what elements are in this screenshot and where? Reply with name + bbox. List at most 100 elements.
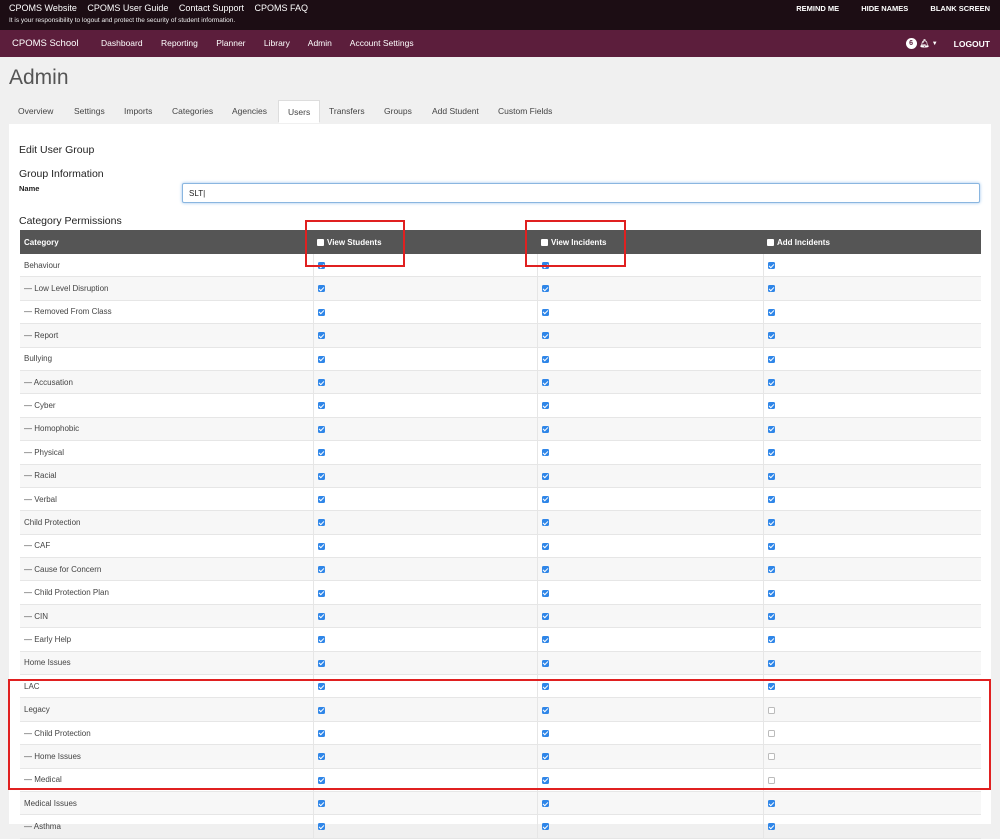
view-incidents-checkbox[interactable] (541, 823, 549, 831)
nav-planner[interactable]: Planner (216, 38, 245, 48)
brand-name[interactable]: CPOMS School (12, 38, 79, 49)
add-incidents-checkbox[interactable] (767, 823, 775, 831)
view-incidents-checkbox[interactable] (541, 355, 549, 363)
view-students-checkbox[interactable] (317, 379, 325, 387)
view-students-checkbox[interactable] (317, 776, 325, 784)
add-incidents-checkbox[interactable] (767, 449, 775, 457)
add-incidents-checkbox[interactable] (767, 308, 775, 316)
nav-account-settings[interactable]: Account Settings (350, 38, 414, 48)
select-all-add-incidents-checkbox[interactable] (767, 238, 774, 246)
view-students-checkbox[interactable] (317, 823, 325, 831)
nav-admin[interactable]: Admin (308, 38, 332, 48)
view-students-checkbox[interactable] (317, 706, 325, 714)
view-incidents-checkbox[interactable] (541, 495, 549, 503)
view-incidents-checkbox[interactable] (541, 262, 549, 270)
blank-screen-button[interactable]: BLANK SCREEN (930, 4, 990, 13)
bell-icon[interactable]: 🔔︎ (920, 39, 930, 48)
view-incidents-checkbox[interactable] (541, 776, 549, 784)
tab-settings[interactable]: Settings (65, 100, 114, 123)
view-students-checkbox[interactable] (317, 262, 325, 270)
view-incidents-checkbox[interactable] (541, 566, 549, 574)
add-incidents-checkbox[interactable] (767, 659, 775, 667)
add-incidents-checkbox[interactable] (767, 753, 775, 761)
view-students-checkbox[interactable] (317, 566, 325, 574)
view-students-checkbox[interactable] (317, 636, 325, 644)
faq-link[interactable]: CPOMS FAQ (254, 3, 308, 13)
tab-groups[interactable]: Groups (375, 100, 421, 123)
view-incidents-checkbox[interactable] (541, 706, 549, 714)
view-students-checkbox[interactable] (317, 308, 325, 316)
add-incidents-checkbox[interactable] (767, 729, 775, 737)
view-students-checkbox[interactable] (317, 519, 325, 527)
tab-agencies[interactable]: Agencies (223, 100, 276, 123)
add-incidents-checkbox[interactable] (767, 636, 775, 644)
user-guide-link[interactable]: CPOMS User Guide (87, 3, 168, 13)
view-incidents-checkbox[interactable] (541, 308, 549, 316)
view-incidents-checkbox[interactable] (541, 472, 549, 480)
view-students-checkbox[interactable] (317, 355, 325, 363)
view-incidents-checkbox[interactable] (541, 519, 549, 527)
add-incidents-checkbox[interactable] (767, 800, 775, 808)
add-incidents-checkbox[interactable] (767, 589, 775, 597)
add-incidents-checkbox[interactable] (767, 379, 775, 387)
view-students-checkbox[interactable] (317, 800, 325, 808)
view-incidents-checkbox[interactable] (541, 589, 549, 597)
view-students-checkbox[interactable] (317, 449, 325, 457)
view-students-checkbox[interactable] (317, 683, 325, 691)
logout-button[interactable]: LOGOUT (954, 39, 990, 49)
view-students-checkbox[interactable] (317, 425, 325, 433)
view-students-checkbox[interactable] (317, 659, 325, 667)
view-incidents-checkbox[interactable] (541, 612, 549, 620)
nav-reporting[interactable]: Reporting (161, 38, 198, 48)
group-name-input[interactable] (182, 183, 980, 203)
notification-badge[interactable]: 6 (905, 38, 917, 49)
chevron-down-icon[interactable]: ▼ (932, 41, 938, 47)
remind-me-button[interactable]: REMIND ME (796, 4, 839, 13)
add-incidents-checkbox[interactable] (767, 519, 775, 527)
tab-categories[interactable]: Categories (163, 100, 222, 123)
tab-transfers[interactable]: Transfers (320, 100, 374, 123)
view-incidents-checkbox[interactable] (541, 285, 549, 293)
add-incidents-checkbox[interactable] (767, 332, 775, 340)
add-incidents-checkbox[interactable] (767, 472, 775, 480)
view-students-checkbox[interactable] (317, 542, 325, 550)
view-students-checkbox[interactable] (317, 612, 325, 620)
view-incidents-checkbox[interactable] (541, 402, 549, 410)
add-incidents-checkbox[interactable] (767, 495, 775, 503)
view-students-checkbox[interactable] (317, 472, 325, 480)
view-students-checkbox[interactable] (317, 729, 325, 737)
view-students-checkbox[interactable] (317, 589, 325, 597)
view-students-checkbox[interactable] (317, 753, 325, 761)
view-incidents-checkbox[interactable] (541, 332, 549, 340)
view-incidents-checkbox[interactable] (541, 659, 549, 667)
view-incidents-checkbox[interactable] (541, 800, 549, 808)
view-students-checkbox[interactable] (317, 332, 325, 340)
add-incidents-checkbox[interactable] (767, 402, 775, 410)
view-students-checkbox[interactable] (317, 402, 325, 410)
add-incidents-checkbox[interactable] (767, 262, 775, 270)
view-incidents-checkbox[interactable] (541, 425, 549, 433)
add-incidents-checkbox[interactable] (767, 776, 775, 784)
hide-names-button[interactable]: HIDE NAMES (861, 4, 908, 13)
add-incidents-checkbox[interactable] (767, 612, 775, 620)
view-students-checkbox[interactable] (317, 495, 325, 503)
tab-users[interactable]: Users (278, 100, 321, 123)
tab-imports[interactable]: Imports (115, 100, 161, 123)
tab-add-student[interactable]: Add Student (423, 100, 488, 123)
add-incidents-checkbox[interactable] (767, 542, 775, 550)
nav-dashboard[interactable]: Dashboard (101, 38, 143, 48)
view-incidents-checkbox[interactable] (541, 636, 549, 644)
view-incidents-checkbox[interactable] (541, 379, 549, 387)
add-incidents-checkbox[interactable] (767, 566, 775, 574)
view-incidents-checkbox[interactable] (541, 683, 549, 691)
select-all-view-incidents-checkbox[interactable] (541, 238, 548, 246)
nav-library[interactable]: Library (264, 38, 290, 48)
add-incidents-checkbox[interactable] (767, 285, 775, 293)
contact-support-link[interactable]: Contact Support (179, 3, 244, 13)
add-incidents-checkbox[interactable] (767, 683, 775, 691)
cpoms-website-link[interactable]: CPOMS Website (9, 3, 77, 13)
view-incidents-checkbox[interactable] (541, 542, 549, 550)
add-incidents-checkbox[interactable] (767, 355, 775, 363)
select-all-view-students-checkbox[interactable] (317, 238, 324, 246)
view-incidents-checkbox[interactable] (541, 449, 549, 457)
